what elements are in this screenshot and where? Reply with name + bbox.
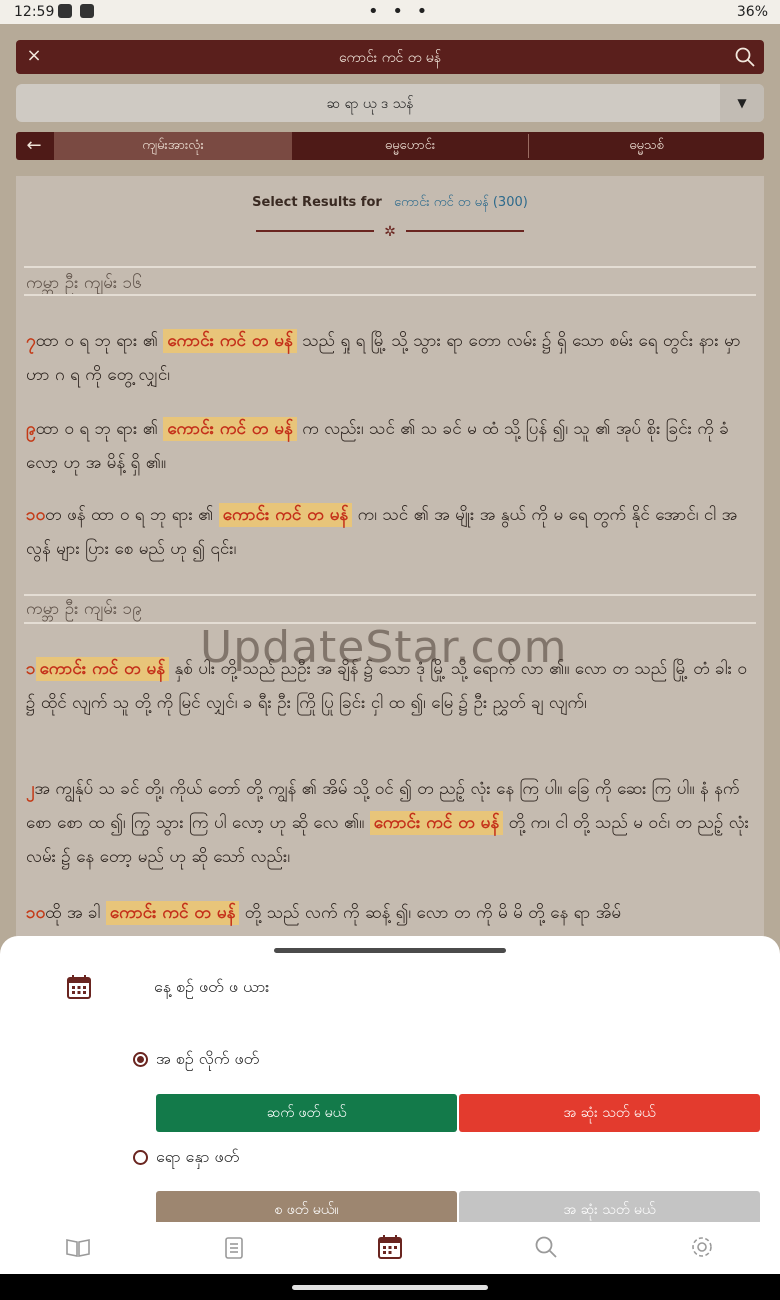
verse-text: ထာ ဝ ရ ဘု ရား ၏: [35, 331, 158, 351]
svg-text:✲: ✲: [384, 224, 396, 238]
search-query[interactable]: ကောင်း ကင် တ မန်: [16, 48, 764, 69]
divider: [24, 294, 756, 296]
verse-item[interactable]: ၁၀တ ဖန် ထာ ဝ ရ ဘု ရား ၏ ကောင်း ကင် တ မန်…: [26, 498, 754, 566]
verse-number: ၁၀: [26, 903, 46, 923]
chevron-down-icon[interactable]: ▼: [720, 84, 764, 122]
search-icon[interactable]: [734, 46, 756, 68]
home-indicator[interactable]: [292, 1285, 488, 1290]
verse-text: တို့ သည် လက် ကို ဆန့် ၍၊ လော တ ကို မိ မိ…: [244, 903, 622, 923]
book-icon[interactable]: [65, 1234, 91, 1260]
calendar-icon[interactable]: [377, 1234, 403, 1260]
divider: [24, 594, 756, 596]
results-panel: Select Results for ကောင်း ကင် တ မန် (300…: [16, 176, 764, 956]
gesture-bar: [0, 1274, 780, 1300]
search-icon[interactable]: [533, 1234, 559, 1260]
continue-reading-button[interactable]: ဆက် ဖတ် မယ်: [156, 1094, 457, 1132]
option-mixed-label: ရော နှော ဖတ်: [156, 1147, 240, 1166]
notification-icon: [58, 4, 72, 18]
ornament-divider: ✲: [256, 224, 524, 238]
radio-mixed[interactable]: [133, 1150, 148, 1165]
tab-old-testament[interactable]: ဓမ္မဟောင်း: [292, 132, 528, 160]
verse-number: ၁၀: [26, 505, 46, 525]
results-header-query: ကောင်း ကင် တ မန် (300): [393, 195, 528, 210]
verse-highlight: ကောင်း ကင် တ မန်: [163, 417, 297, 441]
verse-highlight: ကောင်း ကင် တ မန်: [369, 811, 504, 835]
settings-icon[interactable]: [689, 1234, 715, 1260]
bottom-nav: [0, 1222, 780, 1274]
tab-all-books[interactable]: ကျမ်းအားလုံး: [54, 132, 292, 160]
tab-bar: ← ကျမ်းအားလုံး ဓမ္မဟောင်း ဓမ္မသစ်: [16, 132, 764, 160]
verse-highlight: ကောင်း ကင် တ မန်: [105, 901, 240, 925]
status-bar: 12:59 • • • 36%: [0, 0, 780, 24]
sheet-heading: နေ့ စဉ် ဖတ် ဖ ယား: [154, 977, 270, 996]
drag-handle[interactable]: [274, 948, 506, 953]
status-dots: • • •: [368, 1, 432, 22]
battery-level: 36%: [736, 4, 768, 20]
status-time: 12:59: [14, 4, 55, 20]
watermark: UpdateStar.com: [200, 622, 568, 673]
verse-item[interactable]: ၉ထာ ဝ ရ ဘု ရား ၏ ကောင်း ကင် တ မန် က လည်း…: [26, 412, 754, 480]
option-sequential-label: အ စဉ် လိုက် ဖတ်: [156, 1049, 260, 1068]
calendar-icon: [67, 975, 91, 999]
book-select-value: ဆ ရာ ယု ဒ သန်: [326, 96, 414, 112]
results-header: Select Results for ကောင်း ကင် တ မန် (300…: [16, 194, 764, 213]
radio-sequential[interactable]: [133, 1052, 148, 1067]
results-header-label: Select Results for: [252, 195, 382, 210]
verse-highlight: ကောင်း ကင် တ မန်: [218, 503, 353, 527]
verse-item[interactable]: ၇ထာ ဝ ရ ဘု ရား ၏ ကောင်း ကင် တ မန် သည် ရှ…: [26, 324, 754, 392]
book-select[interactable]: ဆ ရာ ယု ဒ သန် ▼: [16, 84, 764, 122]
verse-number: ၇: [26, 331, 36, 351]
section-title: ကမ္ဘာ ဦး ကျမ်း ၁၉: [26, 599, 142, 619]
notes-icon[interactable]: [221, 1234, 247, 1260]
app-screen: × ကောင်း ကင် တ မန် ဆ ရာ ယု ဒ သန် ▼ ← ကျမ…: [0, 24, 780, 1274]
back-arrow-icon[interactable]: ←: [16, 132, 52, 160]
verse-number: ၉: [26, 419, 36, 439]
tab-new-testament[interactable]: ဓမ္မသစ်: [529, 132, 764, 160]
verse-number: ၁: [26, 659, 36, 679]
verse-highlight: ကောင်း ကင် တ မန်: [35, 657, 170, 681]
finish-button[interactable]: အ ဆုံး သတ် မယ်: [459, 1094, 760, 1132]
verse-text: ထာ ဝ ရ ဘု ရား ၏: [35, 419, 158, 439]
verse-highlight: ကောင်း ကင် တ မန်: [163, 329, 297, 353]
youtube-icon: [80, 4, 94, 18]
verse-text: တ ဖန် ထာ ဝ ရ ဘု ရား ၏: [45, 505, 214, 525]
verse-item[interactable]: ၁၀ထို အ ခါ ကောင်း ကင် တ မန် တို့ သည် လက်…: [26, 896, 754, 930]
verse-text: ထို အ ခါ: [45, 903, 101, 923]
search-bar: × ကောင်း ကင် တ မန်: [16, 40, 764, 74]
divider: [24, 266, 756, 268]
verse-item[interactable]: ၂အ ကျွန်ုပ် သ ခင် တို့၊ ကိုယ် တော် တို့ …: [26, 772, 754, 874]
